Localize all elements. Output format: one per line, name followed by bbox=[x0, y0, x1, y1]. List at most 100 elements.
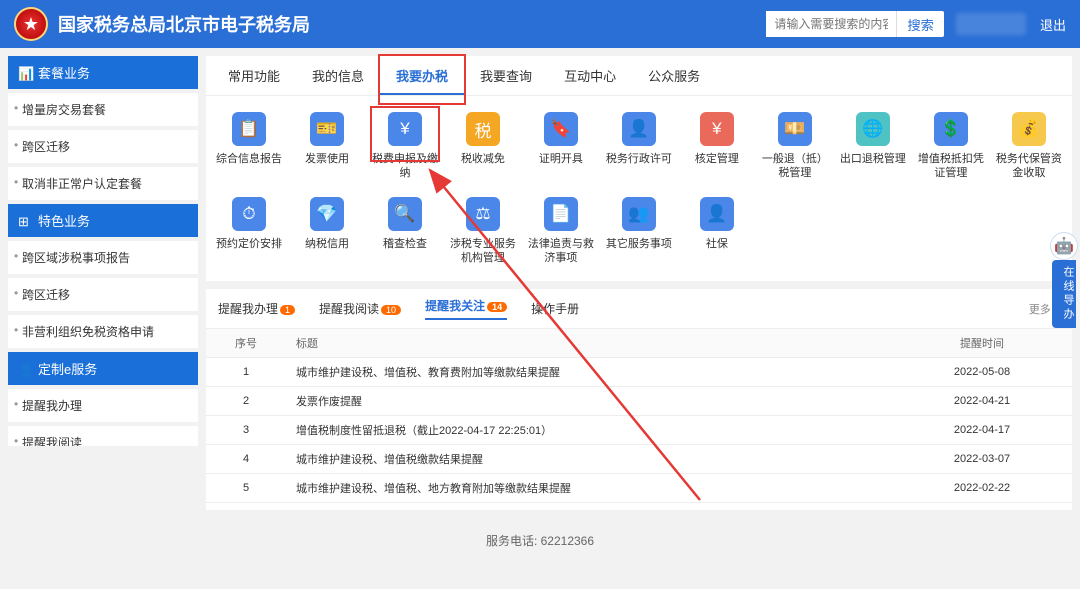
top-tab[interactable]: 公众服务 bbox=[632, 56, 716, 95]
service-item[interactable]: 📄法律追责与救济事项 bbox=[522, 189, 600, 274]
service-item[interactable]: 💴一般退（抵）税管理 bbox=[756, 104, 834, 189]
cell-date: 2022-04-17 bbox=[892, 416, 1072, 445]
sidebar-item[interactable]: 跨区域涉税事项报告 bbox=[8, 241, 198, 274]
sidebar-group-header[interactable]: ⊞ 特色业务 bbox=[8, 204, 198, 237]
services-panel: 常用功能我的信息我要办税我要查询互动中心公众服务 📋综合信息报告🎫发票使用¥税费… bbox=[206, 56, 1072, 281]
reminder-tab[interactable]: 提醒我办理1 bbox=[218, 300, 295, 317]
table-row[interactable]: 6逾期未申报提醒2022-01-21 bbox=[206, 503, 1072, 510]
table-row[interactable]: 2发票作废提醒2022-04-21 bbox=[206, 387, 1072, 416]
service-icon: 👤 bbox=[700, 197, 734, 231]
user-info[interactable] bbox=[956, 13, 1026, 35]
service-label: 证明开具 bbox=[539, 152, 583, 178]
service-item[interactable]: 🔍稽查检查 bbox=[366, 189, 444, 274]
service-label: 税收减免 bbox=[461, 152, 505, 178]
reminder-tab[interactable]: 提醒我关注14 bbox=[425, 297, 507, 320]
cell-index: 3 bbox=[206, 416, 286, 445]
reminder-tabs: 提醒我办理1提醒我阅读10提醒我关注14操作手册更多 bbox=[206, 289, 1072, 329]
group-title: 定制e服务 bbox=[38, 359, 97, 378]
service-grid: 📋综合信息报告🎫发票使用¥税费申报及缴纳税税收减免 🔖 证明开具 👤税务行政许可 ¥ 核定… bbox=[206, 96, 1072, 281]
cell-title: 城市维护建设税、增值税缴款结果提醒 bbox=[286, 445, 892, 474]
service-item[interactable]: 💰税务代保管资金收取 bbox=[990, 104, 1068, 189]
service-label: 核定管理 bbox=[695, 152, 739, 178]
service-item[interactable]: 🎫发票使用 bbox=[288, 104, 366, 189]
sidebar-item[interactable]: 提醒我阅读 bbox=[8, 426, 198, 446]
service-label: 纳税信用 bbox=[305, 237, 349, 263]
table-row[interactable]: 4城市维护建设税、增值税缴款结果提醒2022-03-07 bbox=[206, 445, 1072, 474]
service-label: 一般退（抵）税管理 bbox=[758, 152, 832, 181]
top-tab[interactable]: 我要查询 bbox=[464, 56, 548, 95]
cell-title: 城市维护建设税、增值税、地方教育附加等缴款结果提醒 bbox=[286, 474, 892, 503]
emblem-icon: ★ bbox=[14, 7, 48, 41]
reminders-panel: 提醒我办理1提醒我阅读10提醒我关注14操作手册更多 序号 标题 提醒时间 1城… bbox=[206, 289, 1072, 510]
cell-index: 4 bbox=[206, 445, 286, 474]
service-item[interactable]: 🔖 证明开具 bbox=[522, 104, 600, 189]
sidebar-group-header[interactable]: 📊套餐业务 bbox=[8, 56, 198, 89]
service-item[interactable]: ¥ 核定管理 bbox=[678, 104, 756, 189]
group-title: 特色业务 bbox=[38, 211, 90, 230]
service-icon: 🌐 bbox=[856, 112, 890, 146]
service-item[interactable]: 👥其它服务事项 bbox=[600, 189, 678, 274]
table-row[interactable]: 1城市维护建设税、增值税、教育费附加等缴款结果提醒2022-05-08 bbox=[206, 358, 1072, 387]
service-icon: 🔖 bbox=[544, 112, 578, 146]
sidebar-item[interactable]: 增量房交易套餐 bbox=[8, 93, 198, 126]
assistant-avatar-icon[interactable]: 🤖 bbox=[1050, 232, 1078, 260]
sidebar-item[interactable]: 提醒我办理 bbox=[8, 389, 198, 422]
cell-title: 增值税制度性留抵退税（截止2022-04-17 22:25:01） bbox=[286, 416, 892, 445]
reminder-tab[interactable]: 操作手册 bbox=[531, 300, 579, 317]
cell-index: 1 bbox=[206, 358, 286, 387]
service-item[interactable]: 🌐出口退税管理 bbox=[834, 104, 912, 189]
service-item[interactable]: ¥税费申报及缴纳 bbox=[366, 104, 444, 189]
service-label: 税务代保管资金收取 bbox=[992, 152, 1066, 181]
cell-title: 逾期未申报提醒 bbox=[286, 503, 892, 510]
service-label: 预约定价安排 bbox=[216, 237, 282, 263]
sidebar-item[interactable]: 取消非正常户认定套餐 bbox=[8, 167, 198, 200]
service-label: 综合信息报告 bbox=[216, 152, 282, 178]
sidebar-item[interactable]: 跨区迁移 bbox=[8, 278, 198, 311]
cell-date: 2022-02-22 bbox=[892, 474, 1072, 503]
service-item[interactable]: 👤税务行政许可 bbox=[600, 104, 678, 189]
service-icon: 税 bbox=[466, 112, 500, 146]
group-icon: 📊 bbox=[18, 66, 32, 80]
sidebar-group-header[interactable]: 👤 定制e服务 bbox=[8, 352, 198, 385]
count-badge: 14 bbox=[487, 302, 507, 312]
sidebar: 📊套餐业务增量房交易套餐跨区迁移取消非正常户认定套餐⊞特色业务跨区域涉税事项报告… bbox=[8, 56, 198, 446]
footer: 服务电话: 62212366 bbox=[0, 518, 1080, 589]
sidebar-item[interactable]: 跨区迁移 bbox=[8, 130, 198, 163]
table-row[interactable]: 3增值税制度性留抵退税（截止2022-04-17 22:25:01）2022-0… bbox=[206, 416, 1072, 445]
service-icon: 💲 bbox=[934, 112, 968, 146]
service-icon: ¥ bbox=[388, 112, 422, 146]
service-item[interactable]: 👤 社保 bbox=[678, 189, 756, 274]
service-icon: 🎫 bbox=[310, 112, 344, 146]
reminder-tbody[interactable]: 1城市维护建设税、增值税、教育费附加等缴款结果提醒2022-05-082发票作废… bbox=[206, 358, 1072, 510]
top-tab[interactable]: 互动中心 bbox=[548, 56, 632, 95]
sidebar-item[interactable]: 非营利组织免税资格申请 bbox=[8, 315, 198, 348]
service-icon: ⏱ bbox=[232, 197, 266, 231]
service-icon: ⚖ bbox=[466, 197, 500, 231]
cell-title: 城市维护建设税、增值税、教育费附加等缴款结果提醒 bbox=[286, 358, 892, 387]
logout-link[interactable]: 退出 bbox=[1040, 15, 1066, 34]
cell-index: 6 bbox=[206, 503, 286, 510]
service-item[interactable]: ⚖涉税专业服务机构管理 bbox=[444, 189, 522, 274]
service-label: 法律追责与救济事项 bbox=[524, 237, 598, 266]
top-tab[interactable]: 我的信息 bbox=[296, 56, 380, 95]
service-item[interactable]: 📋综合信息报告 bbox=[210, 104, 288, 189]
top-tab[interactable]: 我要办税 bbox=[380, 56, 464, 95]
service-item[interactable]: ⏱ 预约定价安排 bbox=[210, 189, 288, 274]
service-icon: ¥ bbox=[700, 112, 734, 146]
service-item[interactable]: 税税收减免 bbox=[444, 104, 522, 189]
cell-date: 2022-05-08 bbox=[892, 358, 1072, 387]
table-row[interactable]: 5城市维护建设税、增值税、地方教育附加等缴款结果提醒2022-02-22 bbox=[206, 474, 1072, 503]
top-tab[interactable]: 常用功能 bbox=[212, 56, 296, 95]
reminder-tab[interactable]: 提醒我阅读10 bbox=[319, 300, 401, 317]
service-label: 增值税抵扣凭证管理 bbox=[914, 152, 988, 181]
service-item[interactable]: 💎纳税信用 bbox=[288, 189, 366, 274]
service-item[interactable]: 💲 增值税抵扣凭证管理 bbox=[912, 104, 990, 189]
group-icon: 👤 bbox=[18, 362, 32, 376]
count-badge: 10 bbox=[381, 305, 401, 315]
service-label: 社保 bbox=[706, 237, 728, 263]
search-input[interactable] bbox=[766, 11, 896, 37]
online-help-button[interactable]: 在线导办 bbox=[1052, 260, 1076, 328]
th-date: 提醒时间 bbox=[892, 329, 1072, 358]
search-button[interactable]: 搜索 bbox=[896, 11, 944, 37]
group-icon: ⊞ bbox=[18, 214, 32, 228]
